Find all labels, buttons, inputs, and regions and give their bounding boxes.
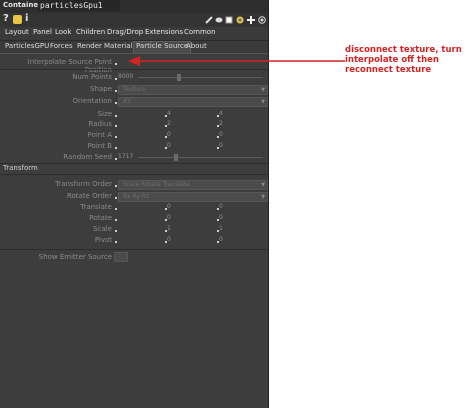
annotation-text: disconnect texture, turn interpolate off…	[345, 45, 462, 75]
